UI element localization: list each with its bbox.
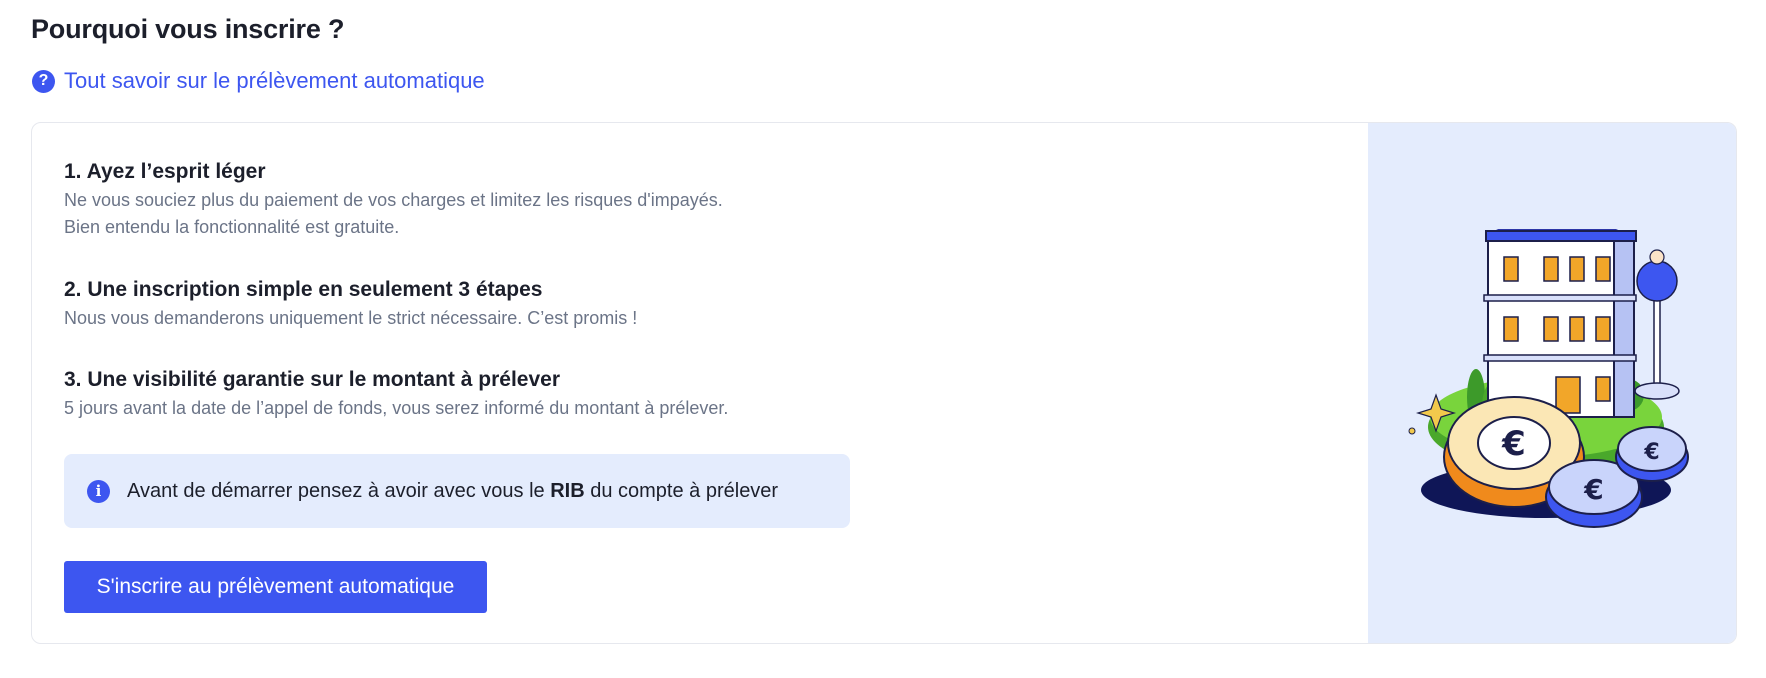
question-circle-icon: ?: [32, 69, 55, 93]
benefits-card: 1. Ayez l’esprit léger Ne vous souciez p…: [31, 122, 1737, 644]
svg-text:€: €: [1583, 473, 1603, 506]
rib-notice-text-end: du compte à prélever: [584, 479, 779, 502]
reason-title: 2. Une inscription simple en seulement 3…: [64, 278, 543, 301]
building-coins-illustration: € € €: [1408, 229, 1689, 528]
help-link-label: Tout savoir sur le prélèvement automatiq…: [64, 68, 485, 93]
reason-title: 1. Ayez l’esprit léger: [64, 160, 266, 183]
reason-title: 3. Une visibilité garantie sur le montan…: [64, 368, 561, 391]
reason-text: Nous vous demanderons uniquement le stri…: [64, 308, 638, 328]
rib-notice: i Avant de démarrer pensez à avoir avec …: [64, 454, 850, 528]
rib-notice-text-start: Avant de démarrer pensez à avoir avec vo…: [127, 479, 551, 502]
benefits-content: 1. Ayez l’esprit léger Ne vous souciez p…: [32, 123, 1372, 643]
illustration-panel: € € €: [1368, 123, 1736, 643]
page-title: Pourquoi vous inscrire ?: [31, 14, 345, 44]
rib-notice-emphasis: RIB: [550, 479, 585, 502]
reason-text: 5 jours avant la date de l’appel de fond…: [64, 398, 729, 418]
reason-text: Ne vous souciez plus du paiement de vos …: [64, 190, 723, 210]
reason-text: Bien entendu la fonctionnalité est gratu…: [64, 217, 400, 237]
reason-item: 2. Une inscription simple en seulement 3…: [64, 275, 1164, 332]
subscribe-direct-debit-button[interactable]: S'inscrire au prélèvement automatique: [64, 561, 487, 613]
reason-item: 3. Une visibilité garantie sur le montan…: [64, 365, 1164, 422]
info-circle-icon: i: [87, 479, 110, 503]
svg-text:€: €: [1643, 440, 1659, 465]
page: Pourquoi vous inscrire ? ? Tout savoir s…: [0, 0, 1766, 678]
svg-text:€: €: [1501, 424, 1526, 464]
rib-notice-text: Avant de démarrer pensez à avoir avec vo…: [127, 480, 778, 503]
reason-item: 1. Ayez l’esprit léger Ne vous souciez p…: [64, 157, 1164, 241]
help-link[interactable]: ? Tout savoir sur le prélèvement automat…: [32, 68, 485, 94]
